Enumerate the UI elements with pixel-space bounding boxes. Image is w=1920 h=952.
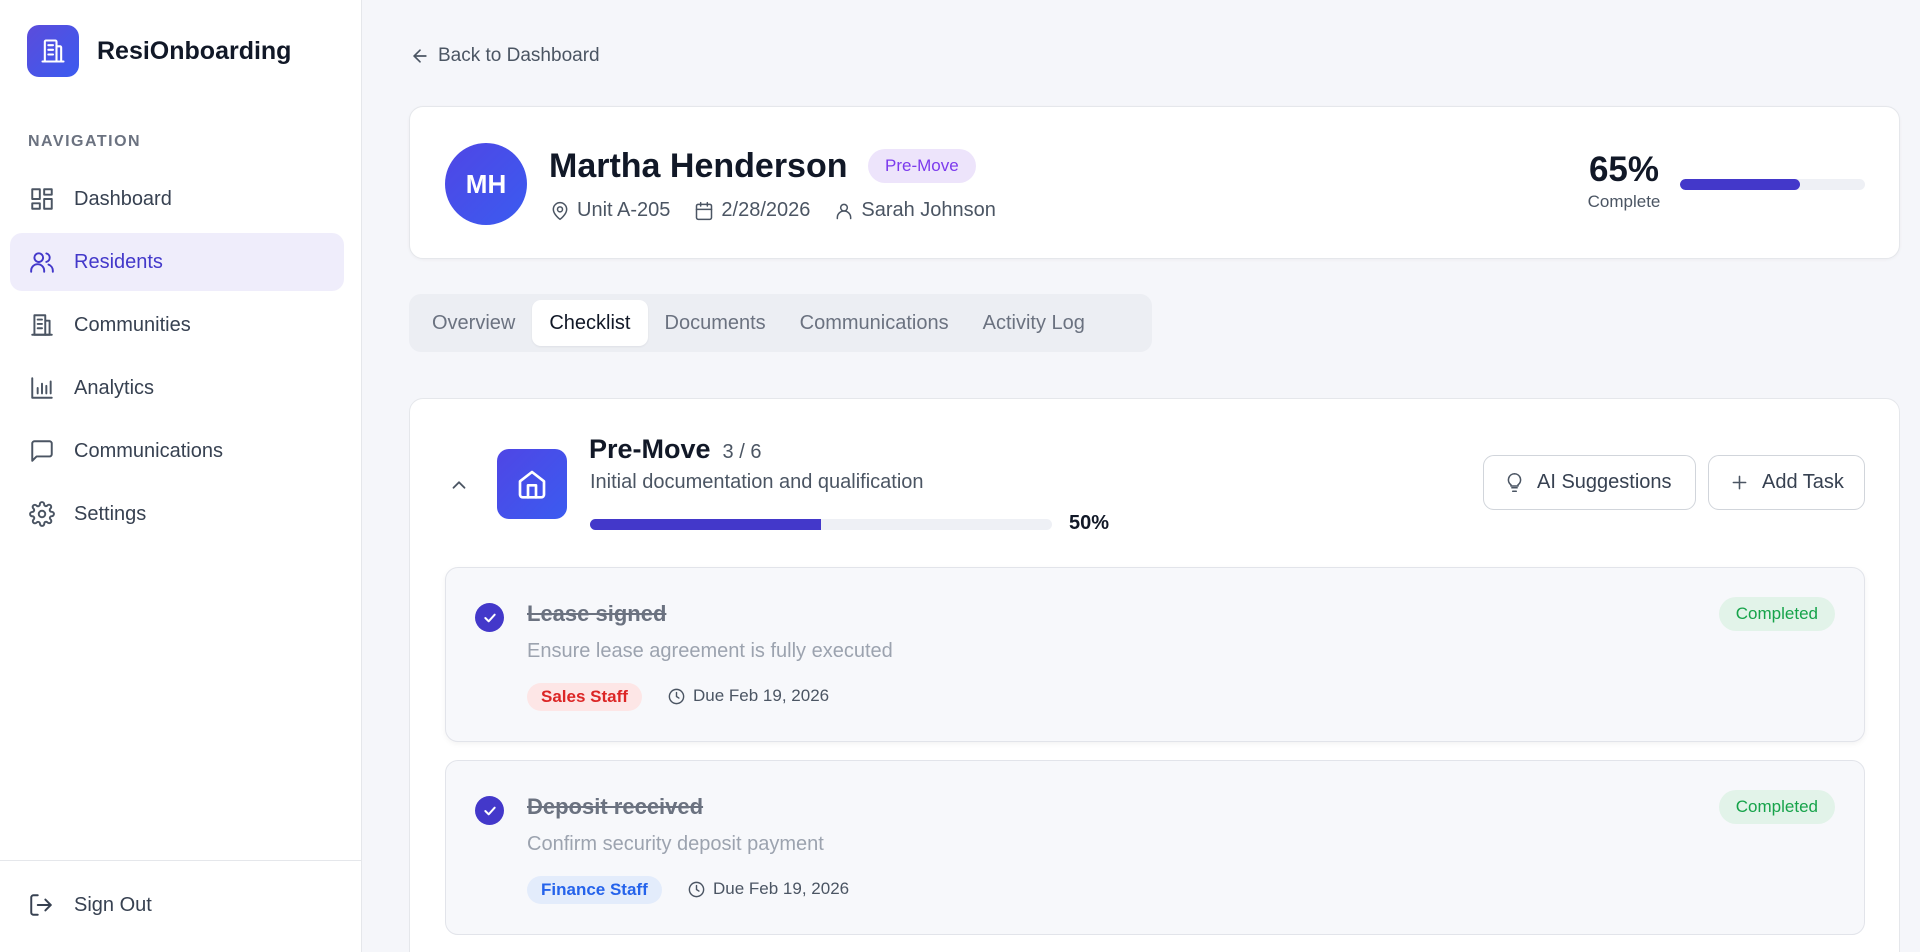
- check-icon: [483, 806, 496, 815]
- status-badge: Completed: [1718, 790, 1835, 824]
- overall-progress-fill: [1680, 179, 1801, 190]
- gear-icon: [28, 500, 56, 528]
- sidebar-item-dashboard[interactable]: Dashboard: [10, 170, 344, 228]
- task-due-label: Due Feb 19, 2026: [693, 686, 830, 705]
- check-icon: [483, 613, 496, 622]
- brand[interactable]: ResiOnboarding: [27, 25, 291, 77]
- phase-progress-bar: [590, 519, 1052, 530]
- sidebar-item-label: Analytics: [74, 376, 155, 399]
- phase-task-count: 3 / 6: [722, 441, 762, 463]
- sidebar-item-label: Residents: [74, 250, 163, 273]
- sidebar-item-communications[interactable]: Communications: [10, 422, 344, 480]
- ai-suggestions-label: AI Suggestions: [1537, 471, 1672, 493]
- phase-title: Pre-Move: [589, 434, 711, 464]
- tab-communications[interactable]: Communications: [783, 300, 966, 346]
- plus-icon: [1732, 475, 1747, 490]
- unit-label: Unit A-205: [577, 199, 671, 221]
- sidebar-item-label: Dashboard: [74, 187, 172, 210]
- overall-progress-value: 65%: [1588, 150, 1660, 189]
- sidebar-nav: Dashboard Residents Communities Analytic…: [10, 170, 344, 548]
- sign-out-label: Sign Out: [74, 893, 152, 916]
- tab-checklist[interactable]: Checklist: [532, 300, 648, 346]
- message-icon: [28, 437, 56, 465]
- bar-chart-icon: [28, 374, 56, 402]
- resident-tabs: Overview Checklist Documents Communicati…: [409, 294, 1152, 352]
- status-badge: Completed: [1718, 597, 1835, 631]
- sidebar-item-residents[interactable]: Residents: [10, 233, 344, 291]
- dashboard-icon: [28, 185, 56, 213]
- sign-out-icon: [30, 894, 52, 916]
- clock-icon: [688, 881, 705, 897]
- user-icon: [836, 203, 852, 219]
- nav-heading: NAVIGATION: [28, 133, 142, 150]
- sign-out-button[interactable]: Sign Out: [28, 892, 152, 918]
- sidebar-item-communities[interactable]: Communities: [10, 296, 344, 354]
- task-description: Confirm security deposit payment: [527, 833, 824, 855]
- resident-meta: Unit A-205 2/28/2026 Sarah Johnson: [550, 199, 1020, 222]
- calendar-icon: [696, 201, 713, 220]
- collapse-phase-button[interactable]: [448, 474, 470, 501]
- clock-icon: [668, 688, 685, 704]
- task-checkbox[interactable]: [475, 603, 504, 632]
- building-logo-icon: [27, 25, 79, 77]
- home-icon: [497, 449, 567, 519]
- arrow-left-icon: [413, 49, 427, 63]
- task-card[interactable]: Deposit received Confirm security deposi…: [445, 760, 1865, 935]
- sidebar-item-label: Communities: [74, 313, 191, 336]
- tab-overview[interactable]: Overview: [415, 300, 532, 346]
- phase-description: Initial documentation and qualification: [590, 471, 924, 493]
- overall-progress-label: Complete: [1587, 191, 1661, 211]
- overall-progress: 65% Complete: [1582, 150, 1666, 212]
- overall-progress-bar: [1680, 179, 1865, 190]
- sidebar-item-settings[interactable]: Settings: [10, 485, 344, 543]
- task-card[interactable]: Lease signed Ensure lease agreement is f…: [445, 567, 1865, 742]
- task-due-date: Due Feb 19, 2026: [667, 686, 829, 706]
- phase-heading: Pre-Move 3 / 6: [589, 434, 761, 465]
- role-badge: Finance Staff: [527, 876, 662, 904]
- task-checkbox[interactable]: [475, 796, 504, 825]
- move-date-label: 2/28/2026: [721, 199, 811, 221]
- phase-card: Pre-Move 3 / 6 Initial documentation and…: [409, 398, 1900, 952]
- app-name: ResiOnboarding: [97, 36, 292, 65]
- staff-meta: Sarah Johnson: [834, 199, 996, 222]
- task-description: Ensure lease agreement is fully executed: [527, 640, 893, 662]
- building-icon: [28, 311, 56, 339]
- back-link-label: Back to Dashboard: [438, 45, 600, 66]
- tab-activity-log[interactable]: Activity Log: [966, 300, 1102, 346]
- tab-documents[interactable]: Documents: [648, 300, 783, 346]
- unit-meta: Unit A-205: [550, 199, 670, 222]
- map-pin-icon: [552, 201, 568, 220]
- task-due-label: Due Feb 19, 2026: [713, 879, 850, 898]
- phase-progress-value: 50%: [1069, 512, 1110, 534]
- sidebar-item-label: Communications: [74, 439, 223, 462]
- sidebar-item-label: Settings: [74, 502, 147, 525]
- phase-progress-fill: [590, 519, 821, 530]
- task-due-date: Due Feb 19, 2026: [687, 879, 849, 899]
- role-badge: Sales Staff: [527, 683, 642, 711]
- lightbulb-icon: [1507, 472, 1522, 493]
- task-title: Deposit received: [527, 794, 704, 819]
- stage-badge: Pre-Move: [868, 149, 976, 183]
- back-to-dashboard-link[interactable]: Back to Dashboard: [410, 45, 600, 67]
- users-icon: [28, 248, 56, 276]
- ai-suggestions-button[interactable]: AI Suggestions: [1483, 455, 1696, 510]
- date-meta: 2/28/2026: [694, 199, 810, 222]
- task-title: Lease signed: [527, 601, 667, 626]
- chevron-up-icon: [452, 481, 466, 489]
- add-task-button[interactable]: Add Task: [1708, 455, 1865, 510]
- avatar: MH: [445, 143, 527, 225]
- resident-header-card: MH Martha Henderson Pre-Move Unit A-205 …: [409, 106, 1900, 259]
- sidebar: ResiOnboarding NAVIGATION Dashboard Resi…: [0, 0, 362, 952]
- resident-name: Martha Henderson: [549, 147, 848, 185]
- sidebar-item-analytics[interactable]: Analytics: [10, 359, 344, 417]
- assigned-staff-label: Sarah Johnson: [861, 199, 996, 221]
- sidebar-divider: [0, 860, 362, 861]
- add-task-label: Add Task: [1762, 471, 1844, 493]
